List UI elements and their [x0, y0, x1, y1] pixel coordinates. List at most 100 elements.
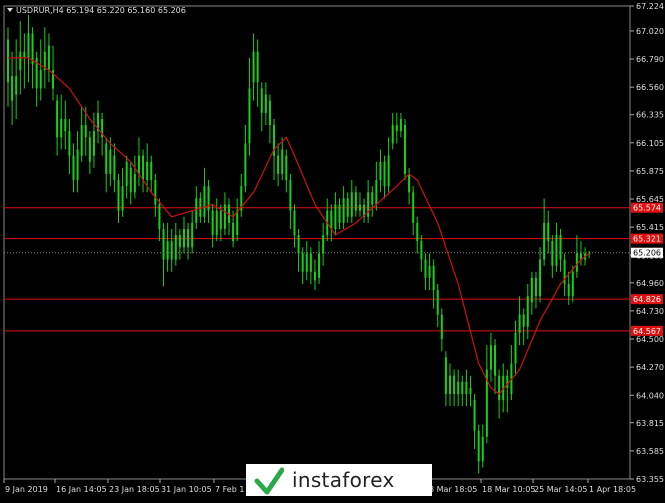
candle-body — [567, 284, 570, 297]
candle-body — [391, 125, 394, 144]
candle-body — [334, 204, 337, 229]
candle-body — [465, 381, 468, 395]
candle-body — [174, 235, 177, 260]
candle-body — [125, 161, 128, 187]
candle-body — [399, 118, 402, 132]
candle-body — [215, 210, 218, 236]
candle-body — [354, 192, 357, 211]
y-tick-label: 67.224 — [636, 2, 664, 11]
candle-body — [191, 222, 194, 248]
candle-body — [268, 100, 271, 126]
y-tick-label: 64.960 — [636, 279, 664, 288]
instaforex-logo-icon — [254, 467, 284, 495]
candle-body — [473, 400, 476, 431]
candle-body — [379, 161, 382, 181]
candle-body — [575, 253, 578, 272]
x-tick-label: 9 Jan 2019 — [5, 485, 48, 494]
candle-body — [133, 173, 136, 193]
candle-body — [551, 241, 554, 266]
x-tick-label: 31 Jan 10:05 — [161, 485, 212, 494]
candle-body — [444, 357, 447, 395]
candle-body — [187, 228, 190, 248]
candle-body — [301, 253, 304, 272]
candle-body — [408, 173, 411, 193]
candle-body — [281, 149, 284, 174]
candle-body — [461, 381, 464, 395]
candle-body — [117, 180, 120, 211]
candle-body — [146, 161, 149, 181]
candle-body — [547, 222, 550, 242]
candle-body — [60, 118, 63, 138]
candle-body — [109, 149, 112, 174]
candle-body — [543, 222, 546, 260]
candle-body — [342, 198, 345, 223]
y-tick-label: 66.560 — [636, 83, 664, 92]
candle-body — [236, 210, 239, 236]
y-tick-label: 66.105 — [636, 139, 664, 148]
x-tick-label: 23 Jan 18:05 — [109, 485, 160, 494]
candle-body — [514, 332, 517, 364]
candle-body — [244, 143, 247, 187]
candle-body — [178, 235, 181, 248]
candle-body — [555, 235, 558, 266]
candle-body — [395, 125, 398, 132]
y-tick-label: 64.040 — [636, 391, 664, 400]
candle-body — [530, 277, 533, 303]
x-tick-label: 8 Mar 18:05 — [429, 485, 477, 494]
price-chart[interactable]: 67.224 67.020 66.790 66.560 66.335 66.105 65.8… — [0, 0, 665, 499]
x-tick-label: 18 Mar 10:05 — [482, 485, 535, 494]
candle-body — [318, 253, 321, 278]
candle-body — [248, 88, 251, 144]
candle-body — [383, 161, 386, 187]
candle-body — [498, 375, 501, 401]
candle-body — [453, 375, 456, 395]
candle-body — [72, 155, 75, 181]
candle-body — [142, 155, 145, 181]
candle-body — [518, 314, 521, 333]
candle-body — [358, 204, 361, 211]
y-tick-label: 63.585 — [636, 447, 664, 456]
instaforex-wordmark: instaforex — [292, 468, 395, 492]
candle-body — [309, 253, 312, 272]
candle-body — [571, 271, 574, 297]
candle-body — [88, 137, 91, 162]
candle-body — [76, 149, 79, 181]
x-tick-label: 16 Jan 14:05 — [56, 485, 107, 494]
candle-body — [481, 436, 484, 462]
candle-body — [412, 192, 415, 223]
candle-body — [150, 161, 153, 181]
candle-body — [424, 259, 427, 278]
candle-body — [346, 198, 349, 217]
candle-body — [350, 192, 353, 217]
candle-body — [416, 222, 419, 242]
y-tick-label: 64.500 — [636, 335, 664, 344]
candle-body — [162, 228, 165, 260]
candle-body — [166, 241, 169, 260]
candle-body — [7, 39, 9, 83]
candle-body — [68, 131, 71, 156]
candle-body — [313, 271, 316, 281]
level-price-label: 65.574 — [633, 204, 661, 213]
candle-body — [27, 33, 30, 58]
candle-body — [477, 430, 480, 462]
candle-body — [11, 76, 14, 101]
candle-body — [182, 228, 185, 248]
candle-body — [297, 235, 300, 254]
candle-body — [440, 314, 443, 340]
candle-body — [494, 345, 497, 376]
y-tick-label: 64.270 — [636, 363, 664, 372]
symbol-header-text: USDRUR,H4 65.194 65.220 65.160 65.206 — [16, 6, 186, 15]
candle-body — [449, 375, 452, 395]
candle-body — [84, 125, 87, 138]
candle-body — [489, 345, 492, 370]
x-tick-label: 1 Apr 18:05 — [589, 485, 636, 494]
candle-body — [420, 241, 423, 260]
candle-body — [506, 375, 509, 388]
y-tick-label: 65.645 — [636, 195, 664, 204]
plot-frame — [3, 5, 631, 480]
candle-body — [219, 210, 222, 229]
candle-body — [293, 210, 296, 236]
candle-body — [469, 387, 472, 395]
candle-body — [137, 155, 140, 174]
x-tick-label: 25 Mar 14:05 — [534, 485, 587, 494]
